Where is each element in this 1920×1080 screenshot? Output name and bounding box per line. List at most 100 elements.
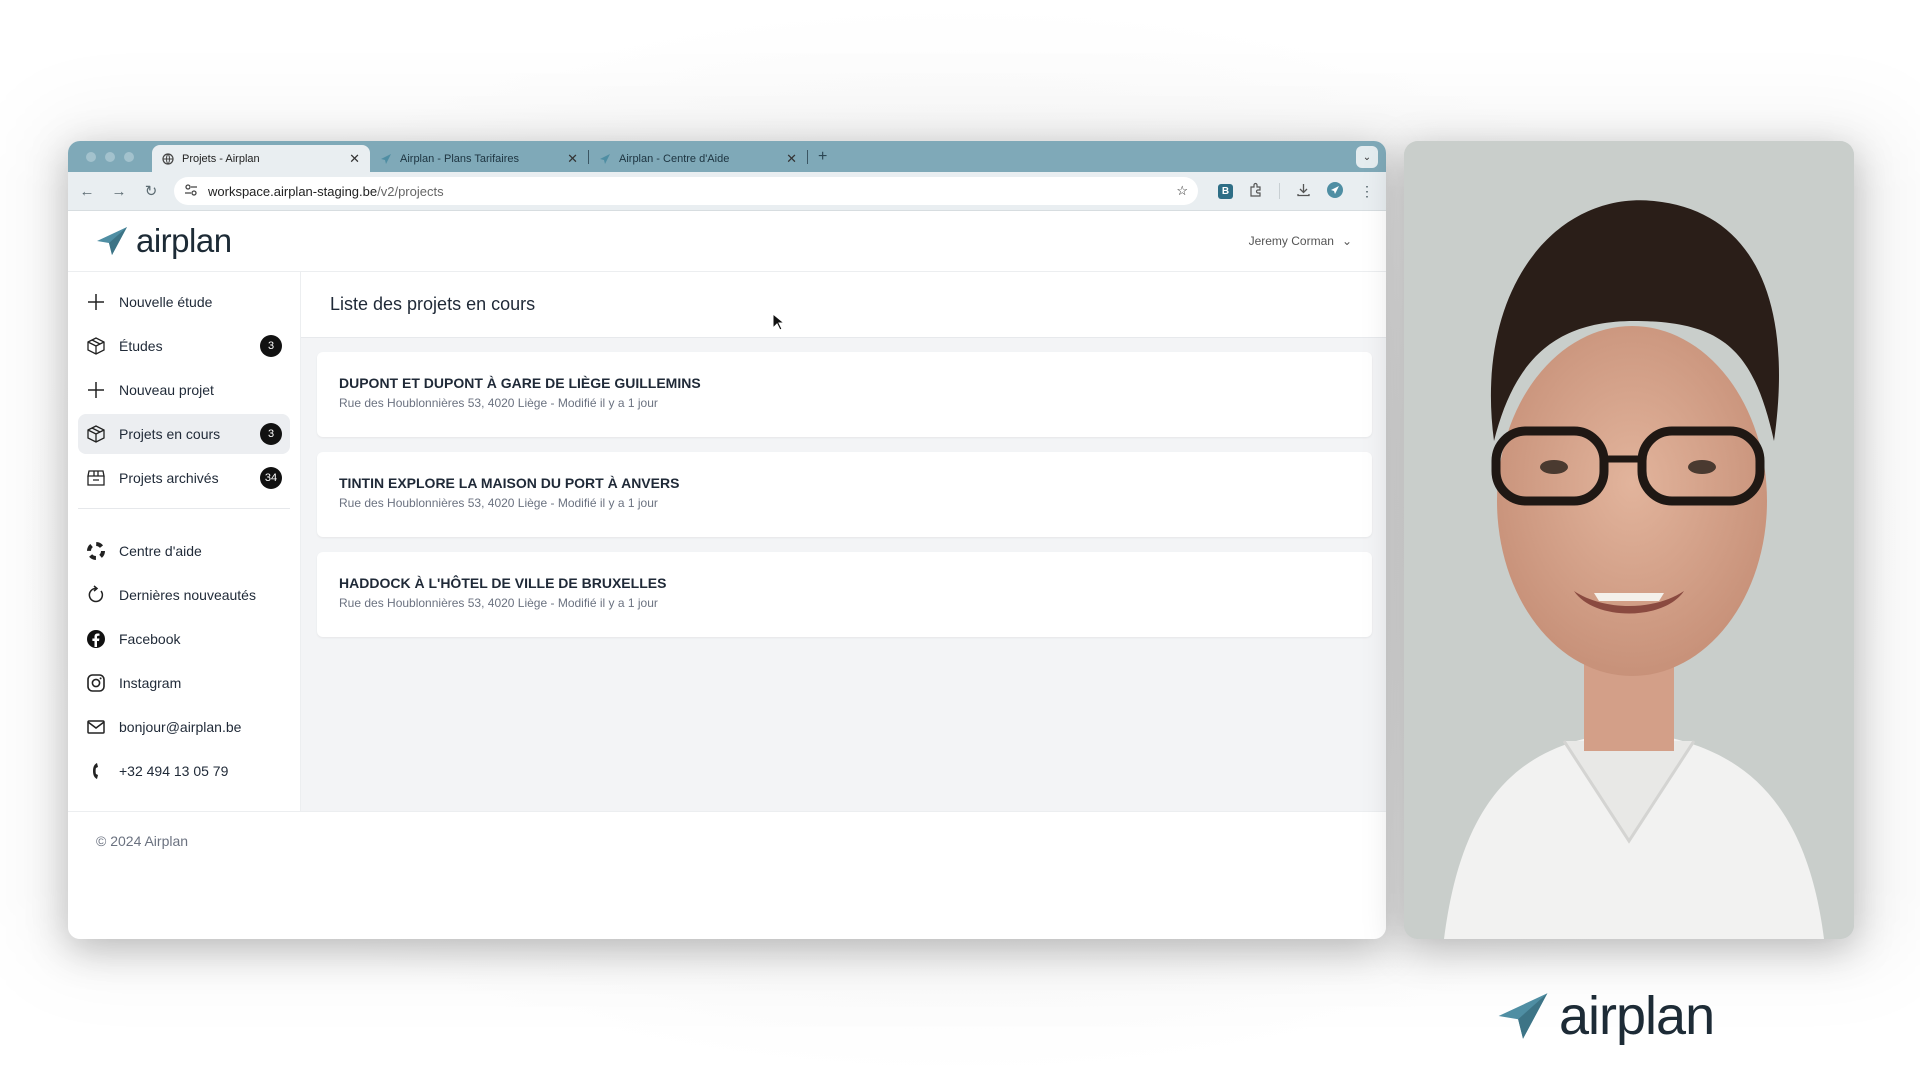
mouse-cursor-icon (772, 313, 784, 331)
app-header: airplan Jeremy Corman ⌄ (68, 211, 1386, 271)
sidebar-link-label: Dernières nouveautés (119, 587, 256, 603)
user-name: Jeremy Corman (1248, 234, 1334, 248)
webcam-feed (1404, 141, 1854, 939)
sidebar-link-email[interactable]: bonjour@airplan.be (78, 707, 290, 747)
sidebar-item-projets-en-cours[interactable]: Projets en cours 3 (78, 414, 290, 454)
extension-b-icon[interactable]: B (1218, 183, 1233, 199)
project-card[interactable]: DUPONT ET DUPONT À GARE DE LIÈGE GUILLEM… (317, 352, 1372, 437)
bookmark-star-icon[interactable]: ☆ (1176, 183, 1188, 199)
corner-brand-text: airplan (1559, 986, 1715, 1046)
page-footer: © 2024 Airplan (68, 811, 1386, 869)
url-text: workspace.airplan-staging.be/v2/projects (208, 184, 444, 199)
sidebar-link-label: +32 494 13 05 79 (119, 763, 229, 779)
sidebar-item-label: Nouvelle étude (119, 294, 213, 310)
main-content: Liste des projets en cours DUPONT ET DUP… (301, 272, 1386, 811)
sidebar-link-instagram[interactable]: Instagram (78, 663, 290, 703)
url-host: workspace.airplan-staging.be (208, 183, 378, 199)
close-tab-icon[interactable]: ✕ (349, 151, 360, 167)
count-badge: 3 (260, 335, 282, 357)
forward-icon[interactable]: → (110, 183, 128, 200)
new-tab-button[interactable]: + (808, 148, 837, 166)
box-icon (84, 334, 108, 358)
globe-icon (162, 152, 174, 165)
profile-avatar-icon[interactable] (1326, 181, 1344, 201)
sidebar-link-centre-aide[interactable]: Centre d'aide (78, 531, 290, 571)
browser-toolbar: ← → ↻ workspace.airplan-staging.be/v2/pr… (68, 172, 1386, 211)
project-card[interactable]: HADDOCK À L'HÔTEL DE VILLE DE BRUXELLES … (317, 552, 1372, 637)
box-icon (84, 422, 108, 446)
sidebar-links: Centre d'aide Dernières nouveautés Faceb… (78, 531, 290, 791)
sidebar-link-nouveautes[interactable]: Dernières nouveautés (78, 575, 290, 615)
window-controls (86, 152, 134, 162)
sidebar-item-etudes[interactable]: Études 3 (78, 326, 290, 366)
maximize-window-button[interactable] (124, 152, 134, 162)
tab-title: Projets - Airplan (182, 152, 260, 165)
sidebar-link-label: bonjour@airplan.be (119, 719, 242, 735)
browser-window: Projets - Airplan ✕ Airplan - Plans Tari… (68, 141, 1386, 939)
archive-box-icon (84, 466, 108, 490)
airplan-logo[interactable]: airplan (96, 222, 232, 260)
browser-menu-icon[interactable]: ⋮ (1358, 183, 1376, 200)
project-list: DUPONT ET DUPONT À GARE DE LIÈGE GUILLEM… (301, 338, 1386, 637)
address-bar[interactable]: workspace.airplan-staging.be/v2/projects… (174, 177, 1198, 205)
instagram-icon (84, 671, 108, 695)
paper-plane-logo-icon (97, 227, 127, 255)
sidebar-link-phone[interactable]: +32 494 13 05 79 (78, 751, 290, 791)
project-subtitle: Rue des Houblonnières 53, 4020 Liège - M… (339, 496, 658, 510)
sidebar-item-nouveau-projet[interactable]: Nouveau projet (78, 370, 290, 410)
plus-icon (84, 378, 108, 402)
reload-icon[interactable]: ↻ (142, 182, 160, 200)
extensions-puzzle-icon[interactable] (1247, 182, 1265, 200)
page-title: Liste des projets en cours (301, 272, 1386, 338)
toolbar-separator (1279, 183, 1280, 199)
project-subtitle: Rue des Houblonnières 53, 4020 Liège - M… (339, 596, 658, 610)
project-title: TINTIN EXPLORE LA MAISON DU PORT À ANVER… (339, 475, 680, 491)
url-path: /v2/projects (377, 183, 444, 199)
sidebar: Nouvelle étude Études 3 Nouveau projet P… (68, 272, 301, 811)
tab-search-button[interactable]: ⌄ (1356, 146, 1378, 168)
corner-brand-logo: airplan (1497, 985, 1715, 1047)
count-badge: 34 (260, 467, 282, 489)
airplan-favicon-icon (380, 153, 392, 165)
plus-icon (84, 290, 108, 314)
project-title: DUPONT ET DUPONT À GARE DE LIÈGE GUILLEM… (339, 375, 701, 391)
web-page: airplan Jeremy Corman ⌄ Nouvelle étude É… (68, 211, 1386, 939)
minimize-window-button[interactable] (105, 152, 115, 162)
project-title: HADDOCK À L'HÔTEL DE VILLE DE BRUXELLES (339, 575, 667, 591)
close-window-button[interactable] (86, 152, 96, 162)
download-icon[interactable] (1294, 182, 1312, 200)
sidebar-link-label: Instagram (119, 675, 182, 691)
tab-centre-aide[interactable]: Airplan - Centre d'Aide ✕ (589, 145, 807, 172)
logo-text: airplan (136, 222, 232, 259)
sidebar-item-label: Études (119, 338, 163, 354)
sidebar-link-facebook[interactable]: Facebook (78, 619, 290, 659)
count-badge: 3 (260, 423, 282, 445)
project-subtitle: Rue des Houblonnières 53, 4020 Liège - M… (339, 396, 658, 410)
airplan-favicon-icon (599, 153, 611, 165)
lifebuoy-icon (84, 539, 108, 563)
tab-bar: Projets - Airplan ✕ Airplan - Plans Tari… (68, 141, 1386, 172)
presenter-video-image (1404, 141, 1854, 939)
tab-title: Airplan - Centre d'Aide (619, 152, 730, 165)
sidebar-link-label: Centre d'aide (119, 543, 202, 559)
sidebar-link-label: Facebook (119, 631, 181, 647)
phone-icon (84, 759, 108, 783)
close-tab-icon[interactable]: ✕ (786, 151, 797, 167)
paper-plane-logo-icon (1498, 993, 1548, 1039)
sidebar-item-nouvelle-etude[interactable]: Nouvelle étude (78, 282, 290, 322)
sidebar-divider (78, 508, 290, 509)
back-icon[interactable]: ← (78, 183, 96, 200)
tab-plans-tarifaires[interactable]: Airplan - Plans Tarifaires ✕ (370, 145, 588, 172)
chevron-down-icon: ⌄ (1341, 234, 1352, 248)
tab-title: Airplan - Plans Tarifaires (400, 152, 520, 165)
mail-icon (84, 715, 108, 739)
sidebar-item-label: Nouveau projet (119, 382, 214, 398)
refresh-icon (84, 583, 108, 607)
close-tab-icon[interactable]: ✕ (567, 151, 578, 167)
user-menu[interactable]: Jeremy Corman ⌄ (1249, 234, 1352, 248)
tab-projets[interactable]: Projets - Airplan ✕ (152, 145, 370, 172)
sidebar-item-label: Projets archivés (119, 470, 219, 486)
sidebar-item-projets-archives[interactable]: Projets archivés 34 (78, 458, 290, 498)
site-settings-icon[interactable] (184, 183, 198, 200)
project-card[interactable]: TINTIN EXPLORE LA MAISON DU PORT À ANVER… (317, 452, 1372, 537)
